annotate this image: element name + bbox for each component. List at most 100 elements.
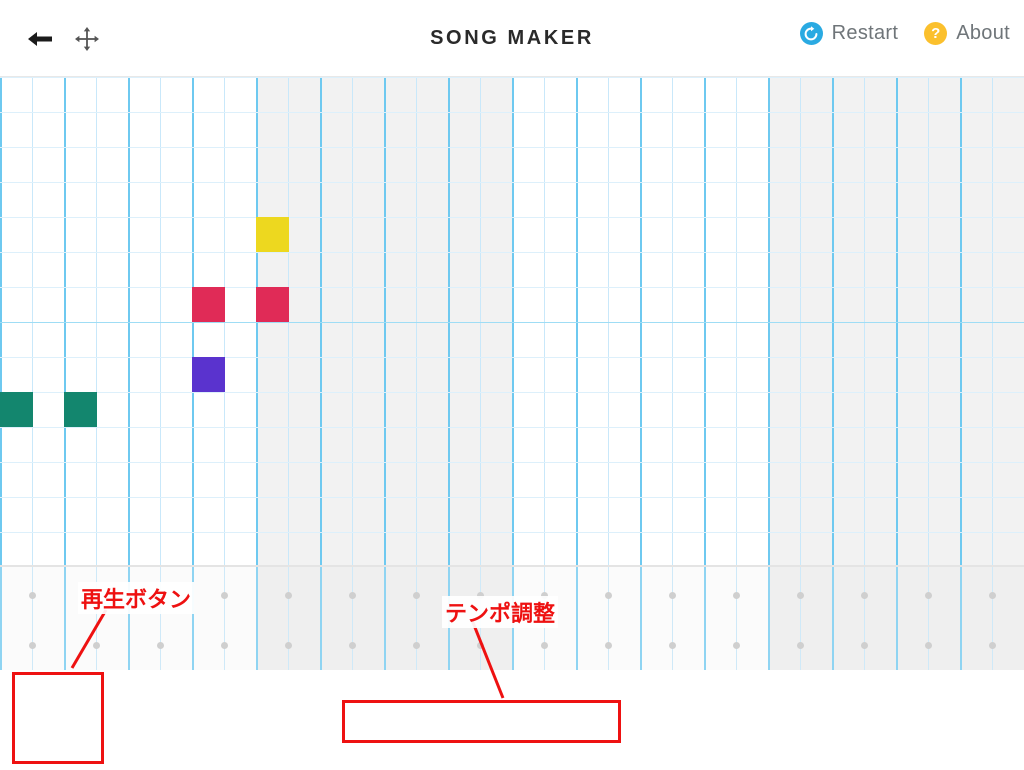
grid-vline xyxy=(128,77,130,565)
song-maker-app: SONG MAKER Restart ? About 再生ボタン テンポ調整 xyxy=(0,0,1024,770)
grid-hline xyxy=(0,427,1024,428)
app-header: SONG MAKER Restart ? About xyxy=(0,0,1024,77)
grid-vline xyxy=(672,77,673,565)
percussion-cell-dot[interactable] xyxy=(476,642,484,649)
grid-vline xyxy=(160,77,161,565)
percussion-vline xyxy=(352,567,353,670)
percussion-cell-dot[interactable] xyxy=(412,642,420,649)
grid-vline xyxy=(512,77,514,565)
grid-hline xyxy=(0,392,1024,393)
percussion-cell-dot[interactable] xyxy=(156,642,164,649)
grid-vline xyxy=(384,77,386,565)
percussion-vline xyxy=(736,567,737,670)
note-purple-c6-r8[interactable] xyxy=(192,357,225,392)
grid-vline xyxy=(32,77,33,565)
note-teal-c2-r9[interactable] xyxy=(64,392,97,427)
percussion-cell-dot[interactable] xyxy=(796,642,804,649)
percussion-cell-dot[interactable] xyxy=(220,642,228,649)
percussion-cell-dot[interactable] xyxy=(860,642,868,649)
percussion-vline xyxy=(992,567,993,670)
grid-vline xyxy=(896,77,898,565)
percussion-cell-dot[interactable] xyxy=(284,642,292,649)
grid-vline xyxy=(928,77,929,565)
restart-button[interactable]: Restart xyxy=(799,22,899,45)
percussion-cell-dot[interactable] xyxy=(348,592,356,599)
header-actions: Restart ? About xyxy=(799,22,1010,45)
grid-vline xyxy=(544,77,545,565)
restart-glyph-icon xyxy=(804,25,818,40)
percussion-cell-dot[interactable] xyxy=(668,592,676,599)
grid-vline xyxy=(352,77,353,565)
percussion-cell-dot[interactable] xyxy=(988,642,996,649)
note-crimson-c8-r6[interactable] xyxy=(256,287,289,322)
percussion-vline xyxy=(224,567,225,670)
percussion-cell-dot[interactable] xyxy=(924,592,932,599)
percussion-cell-dot[interactable] xyxy=(28,592,36,599)
percussion-vline xyxy=(256,567,258,670)
note-grid[interactable] xyxy=(0,77,1024,565)
percussion-vline xyxy=(800,567,801,670)
percussion-vline xyxy=(864,567,865,670)
percussion-vline xyxy=(288,567,289,670)
grid-vline xyxy=(832,77,834,565)
percussion-cell-dot[interactable] xyxy=(604,592,612,599)
percussion-cell-dot[interactable] xyxy=(988,592,996,599)
note-teal-c0-r9[interactable] xyxy=(0,392,33,427)
percussion-cell-dot[interactable] xyxy=(220,592,228,599)
grid-hline xyxy=(0,287,1024,288)
percussion-cell-dot[interactable] xyxy=(284,592,292,599)
percussion-cell-dot[interactable] xyxy=(348,642,356,649)
grid-hline xyxy=(0,462,1024,463)
grid-hline xyxy=(0,112,1024,113)
note-yellow-c8-r4[interactable] xyxy=(256,217,289,252)
percussion-cell-dot[interactable] xyxy=(412,592,420,599)
grid-vline xyxy=(640,77,642,565)
question-circle-icon: ? xyxy=(924,22,948,45)
restart-label: Restart xyxy=(831,22,899,44)
percussion-vline xyxy=(608,567,609,670)
grid-vline xyxy=(96,77,97,565)
percussion-cell-dot[interactable] xyxy=(28,642,36,649)
grid-hline xyxy=(0,182,1024,183)
grid-vline xyxy=(608,77,609,565)
percussion-cell-dot[interactable] xyxy=(668,642,676,649)
grid-vline xyxy=(960,77,962,565)
grid-hline xyxy=(0,532,1024,533)
about-button[interactable]: ? About xyxy=(924,22,1010,45)
grid-vline xyxy=(576,77,578,565)
grid-vline xyxy=(480,77,481,565)
note-crimson-c6-r6[interactable] xyxy=(192,287,225,322)
percussion-vline xyxy=(32,567,33,670)
percussion-vline xyxy=(704,567,706,670)
percussion-vline xyxy=(640,567,642,670)
grid-vline xyxy=(0,77,2,565)
percussion-cell-dot[interactable] xyxy=(796,592,804,599)
annotation-label-play: 再生ボタン xyxy=(78,582,195,614)
percussion-vline xyxy=(416,567,417,670)
percussion-vline xyxy=(384,567,386,670)
grid-hline xyxy=(0,357,1024,358)
restart-circle-icon xyxy=(799,22,823,45)
percussion-cell-dot[interactable] xyxy=(732,592,740,599)
percussion-cell-dot[interactable] xyxy=(604,642,612,649)
percussion-cell-dot[interactable] xyxy=(92,642,100,649)
percussion-cell-dot[interactable] xyxy=(924,642,932,649)
grid-vline xyxy=(864,77,865,565)
about-glyph: ? xyxy=(931,25,941,42)
percussion-cell-dot[interactable] xyxy=(540,642,548,649)
grid-vline xyxy=(736,77,737,565)
grid-vline xyxy=(992,77,993,565)
grid-vline xyxy=(768,77,770,565)
grid-hline xyxy=(0,252,1024,253)
percussion-cell-dot[interactable] xyxy=(860,592,868,599)
grid-vline xyxy=(800,77,801,565)
about-label: About xyxy=(956,22,1010,44)
percussion-vline xyxy=(672,567,673,670)
percussion-vline xyxy=(576,567,578,670)
percussion-vline xyxy=(928,567,929,670)
percussion-cell-dot[interactable] xyxy=(732,642,740,649)
percussion-vline xyxy=(960,567,962,670)
percussion-vline xyxy=(320,567,322,670)
grid-vline xyxy=(64,77,66,565)
grid-vline xyxy=(704,77,706,565)
